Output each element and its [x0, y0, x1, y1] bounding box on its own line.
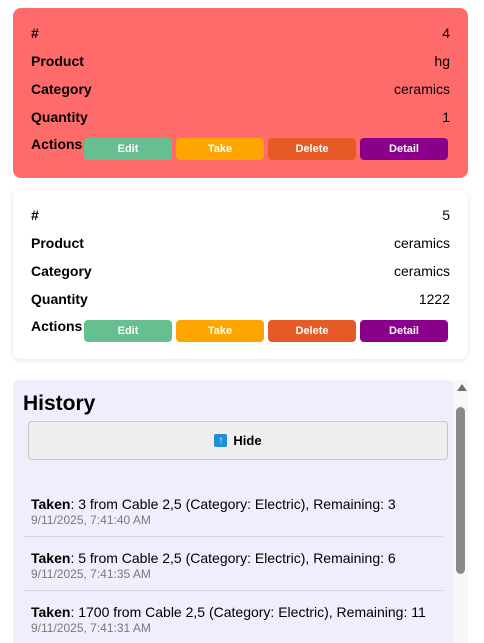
history-timestamp: 9/11/2025, 7:41:31 AM [31, 621, 151, 635]
history-action: Taken [31, 496, 71, 512]
delete-button[interactable]: Delete [268, 320, 356, 342]
history-text: : 3 from Cable 2,5 (Category: Electric),… [70, 496, 396, 512]
id-row: # 4 [31, 24, 450, 42]
edit-button[interactable]: Edit [84, 320, 172, 342]
product-label: Product [31, 53, 84, 69]
history-entry: Taken: 5 from Cable 2,5 (Category: Elect… [23, 550, 443, 581]
hide-label: Hide [233, 433, 262, 448]
quantity-label: Quantity [31, 291, 88, 307]
take-button[interactable]: Take [176, 138, 264, 160]
history-timestamp: 9/11/2025, 7:41:40 AM [31, 513, 151, 527]
history-scrollbar[interactable] [454, 380, 468, 643]
category-label: Category [31, 263, 92, 279]
scroll-up-arrow-icon[interactable] [457, 384, 467, 391]
product-row: Product hg [31, 52, 450, 70]
history-entry: Taken: 1700 from Cable 2,5 (Category: El… [23, 604, 443, 635]
actions-label: Actions [31, 136, 83, 152]
quantity-label: Quantity [31, 109, 88, 125]
quantity-value: 1222 [418, 291, 450, 307]
edit-button[interactable]: Edit [84, 138, 172, 160]
history-text: : 5 from Cable 2,5 (Category: Electric),… [70, 550, 396, 566]
history-panel: History ↑ Hide Taken: 3 from Cable 2,5 (… [13, 380, 454, 643]
history-action: Taken [31, 604, 71, 620]
history-action: Taken [31, 550, 71, 566]
detail-button[interactable]: Detail [360, 320, 448, 342]
id-value: 5 [442, 207, 450, 223]
product-value: ceramics [393, 235, 450, 251]
inventory-card: # 5 Product ceramics Category ceramics Q… [13, 190, 468, 359]
divider [23, 590, 443, 591]
product-label: Product [31, 235, 84, 251]
up-arrow-icon: ↑ [214, 434, 228, 447]
category-row: Category ceramics [31, 262, 450, 280]
category-value: ceramics [393, 263, 450, 279]
quantity-row: Quantity 1222 [31, 290, 450, 308]
id-row: # 5 [31, 206, 450, 224]
product-value: hg [434, 53, 450, 69]
action-buttons: Edit Take Delete Detail [84, 320, 448, 342]
id-value: 4 [442, 25, 450, 41]
id-label: # [31, 25, 39, 41]
id-label: # [31, 207, 39, 223]
detail-button[interactable]: Detail [360, 138, 448, 160]
hide-history-button[interactable]: ↑ Hide [28, 421, 448, 460]
quantity-row: Quantity 1 [31, 108, 450, 126]
actions-label: Actions [31, 318, 83, 334]
category-label: Category [31, 81, 92, 97]
action-buttons: Edit Take Delete Detail [84, 138, 448, 160]
history-text: : 1700 from Cable 2,5 (Category: Electri… [70, 604, 426, 620]
delete-button[interactable]: Delete [268, 138, 356, 160]
scroll-thumb[interactable] [456, 407, 465, 574]
history-entry: Taken: 3 from Cable 2,5 (Category: Elect… [23, 496, 443, 527]
quantity-value: 1 [442, 109, 450, 125]
take-button[interactable]: Take [176, 320, 264, 342]
inventory-card: # 4 Product hg Category ceramics Quantit… [13, 8, 468, 178]
divider [23, 536, 443, 537]
category-value: ceramics [393, 81, 450, 97]
category-row: Category ceramics [31, 80, 450, 98]
history-title: History [23, 392, 96, 415]
product-row: Product ceramics [31, 234, 450, 252]
history-timestamp: 9/11/2025, 7:41:35 AM [31, 567, 151, 581]
